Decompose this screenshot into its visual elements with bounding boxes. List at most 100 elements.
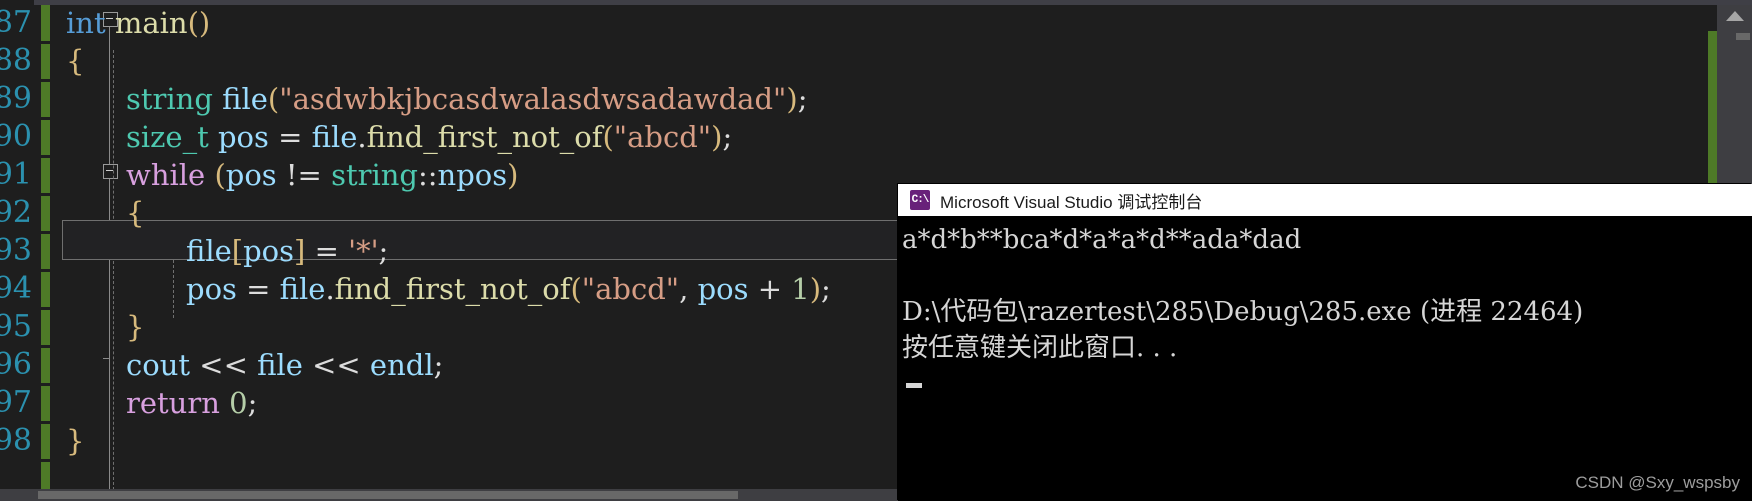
code-line[interactable]: size_t pos = file.find_first_not_of("abc…: [66, 118, 732, 156]
code-token-ctl: return: [126, 386, 220, 420]
code-token-punc: <<: [199, 348, 248, 382]
code-token-brace: (: [570, 272, 582, 306]
code-line[interactable]: while (pos != string::npos): [66, 156, 518, 194]
code-token-brace: (: [267, 82, 280, 116]
console-cursor: [902, 366, 1752, 402]
vertical-scrollbar[interactable]: [1708, 5, 1752, 501]
line-number: 95: [0, 309, 32, 344]
line-number: 94: [0, 271, 32, 306]
code-token-type: string: [126, 82, 213, 116]
code-token-type: string: [331, 158, 418, 192]
code-token-var: pos: [697, 272, 749, 306]
line-number: 89: [0, 81, 32, 116]
code-line[interactable]: pos = file.find_first_not_of("abcd", pos…: [66, 270, 831, 308]
line-number: 92: [0, 195, 32, 230]
code-token-var: file: [279, 272, 326, 306]
code-token-var: npos: [437, 158, 508, 192]
code-token-brace: (): [187, 6, 211, 40]
line-number: 90: [0, 119, 32, 154]
code-token-str: "asdwbkjbcasdwalasdwsadawdad": [279, 82, 787, 116]
code-token-var: endl: [369, 348, 434, 382]
code-token-punc: ,: [679, 272, 689, 306]
code-token-var: pos: [217, 120, 269, 154]
code-token-brace: (: [214, 158, 226, 192]
code-token-punc: ;: [433, 348, 444, 382]
code-token-punc: <<: [312, 348, 361, 382]
code-line[interactable]: int main(): [66, 4, 210, 42]
debug-console-window[interactable]: C:\ Microsoft Visual Studio 调试控制台 a*d*b*…: [898, 184, 1752, 501]
code-line[interactable]: file[pos] = '*';: [66, 232, 388, 270]
code-token-var: file: [222, 82, 268, 116]
line-number: 98: [0, 423, 32, 458]
code-line[interactable]: }: [66, 308, 144, 346]
code-token-var: pos: [186, 272, 237, 306]
code-token-brace: ]: [294, 234, 306, 268]
console-output-line: 按任意键关闭此窗口. . .: [902, 333, 1178, 363]
code-token-punc: =: [314, 234, 339, 268]
code-token-punc: !=: [285, 158, 322, 192]
code-line[interactable]: }: [66, 422, 84, 460]
horizontal-scrollbar-thumb[interactable]: [38, 491, 738, 499]
code-token-punc: =: [246, 272, 271, 306]
line-number: 97: [0, 385, 32, 420]
code-token-brace: }: [66, 424, 85, 458]
console-output-line: D:\代码包\razertest\285\Debug\285.exe (进程 2…: [902, 297, 1584, 327]
line-number: 93: [0, 233, 32, 268]
horizontal-scrollbar[interactable]: [0, 489, 898, 501]
code-token-str: '*': [348, 234, 379, 268]
console-output-line: a*d*b**bca*d*a*a*d**ada*dad: [902, 225, 1302, 255]
code-token-punc: .: [325, 272, 335, 306]
code-line[interactable]: {: [66, 194, 144, 232]
code-token-brace: ): [507, 158, 519, 192]
code-line[interactable]: cout << file << endl;: [66, 346, 443, 384]
code-token-var: file: [311, 120, 358, 154]
code-token-num: 1: [791, 272, 810, 306]
code-token-brace: ): [809, 272, 822, 306]
code-token-punc: .: [357, 120, 367, 154]
code-token-punc: ;: [378, 234, 389, 268]
code-token-brace: [: [231, 234, 244, 268]
code-token-num: 0: [229, 386, 248, 420]
code-token-punc: ;: [247, 386, 258, 420]
code-token-var: pos: [225, 158, 277, 192]
code-token-punc: =: [278, 120, 303, 154]
code-token-fn: find_first_not_of: [366, 120, 603, 154]
code-line[interactable]: string file("asdwbkjbcasdwalasdwsadawdad…: [66, 80, 807, 118]
code-token-fn: main: [114, 6, 188, 40]
code-token-punc: ;: [797, 82, 808, 116]
watermark-text: CSDN @Sxy_wspsby: [1575, 473, 1740, 492]
code-token-brace: (: [602, 120, 614, 154]
console-title-bar[interactable]: C:\ Microsoft Visual Studio 调试控制台: [898, 184, 1752, 216]
console-app-icon: C:\: [910, 190, 930, 210]
code-token-punc: ;: [821, 272, 831, 306]
line-number: 87: [0, 5, 32, 40]
code-token-brace: ): [786, 82, 798, 116]
line-number: 88: [0, 43, 32, 78]
code-token-punc: +: [757, 272, 783, 306]
vertical-scrollbar-thumb[interactable]: [1736, 33, 1750, 40]
line-number: 96: [0, 347, 32, 382]
code-line[interactable]: {: [66, 42, 84, 80]
code-token-fn: find_first_not_of: [334, 272, 571, 306]
scroll-up-arrow-icon[interactable]: [1726, 11, 1744, 21]
code-token-str: "abcd": [581, 272, 680, 306]
code-line[interactable]: return 0;: [66, 384, 257, 422]
code-token-brace: }: [126, 310, 145, 344]
console-output[interactable]: a*d*b**bca*d*a*a*d**ada*dad D:\代码包\razer…: [898, 216, 1752, 501]
code-token-str: "abcd": [613, 120, 712, 154]
